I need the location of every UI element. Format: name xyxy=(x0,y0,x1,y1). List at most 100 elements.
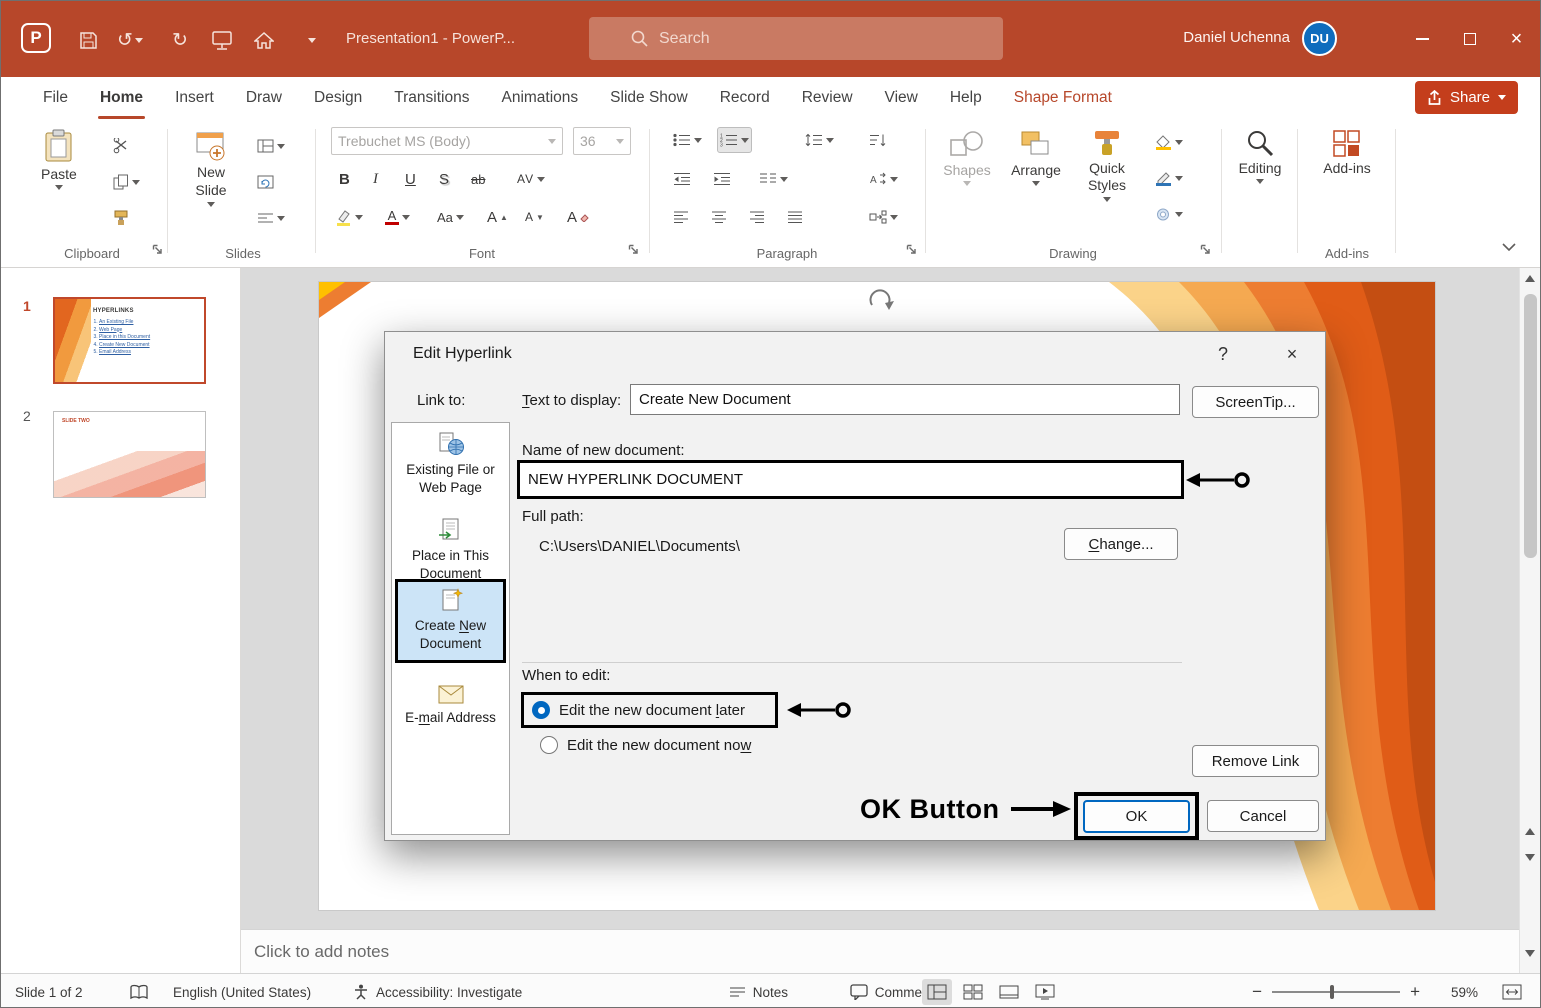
dialog-close-button[interactable]: × xyxy=(1277,340,1307,368)
shape-fill-button[interactable] xyxy=(1153,129,1185,155)
search-box[interactable] xyxy=(589,17,1003,60)
reset-button[interactable] xyxy=(255,169,276,195)
radio-edit-later-option[interactable]: Edit the new document later xyxy=(521,692,778,728)
strikethrough-button[interactable]: ab xyxy=(469,166,487,192)
language-indicator[interactable]: English (United States) xyxy=(173,974,311,1008)
slide-thumbnail-2[interactable]: SLIDE TWO xyxy=(53,411,206,498)
tab-file[interactable]: File xyxy=(27,77,84,119)
copy-button[interactable] xyxy=(111,169,142,195)
font-size-combo[interactable]: 36 xyxy=(573,127,631,155)
section-button[interactable] xyxy=(255,205,287,231)
redo-button[interactable]: ↻ xyxy=(165,25,195,55)
notes-toggle[interactable]: Notes xyxy=(729,974,788,1008)
change-case-button[interactable]: Aa xyxy=(435,204,466,230)
radio-selected-icon[interactable] xyxy=(532,701,550,719)
sidebar-item-existing-file[interactable]: Existing File or Web Page xyxy=(392,431,509,497)
remove-link-button[interactable]: Remove Link xyxy=(1192,745,1319,777)
drawing-dialog-launcher[interactable] xyxy=(1200,242,1211,260)
normal-view-button[interactable] xyxy=(922,979,952,1005)
zoom-out-button[interactable]: − xyxy=(1252,982,1262,1002)
new-slide-button[interactable]: New Slide xyxy=(183,129,239,207)
share-button[interactable]: Share xyxy=(1415,81,1518,114)
clear-formatting-button[interactable]: A xyxy=(565,204,591,230)
shape-effects-button[interactable] xyxy=(1153,201,1185,227)
tab-slide-show[interactable]: Slide Show xyxy=(594,77,704,119)
align-left-button[interactable] xyxy=(671,204,691,230)
character-spacing-button[interactable]: AV xyxy=(515,166,547,192)
increase-indent-button[interactable] xyxy=(711,166,733,192)
scrollbar-thumb[interactable] xyxy=(1524,294,1537,558)
user-name[interactable]: Daniel Uchenna xyxy=(1183,29,1290,46)
format-painter-button[interactable] xyxy=(111,205,131,231)
line-spacing-button[interactable] xyxy=(803,127,836,153)
tab-draw[interactable]: Draw xyxy=(230,77,298,119)
close-button[interactable]: × xyxy=(1493,1,1540,77)
sidebar-item-create-new-document[interactable]: Create New Document xyxy=(395,579,506,663)
bullets-button[interactable] xyxy=(671,127,704,153)
vertical-scrollbar[interactable] xyxy=(1519,268,1540,973)
increase-font-button[interactable]: A▲ xyxy=(485,204,510,230)
maximize-button[interactable] xyxy=(1446,1,1493,77)
addins-button[interactable]: Add-ins xyxy=(1319,129,1375,176)
customize-toolbar-button[interactable] xyxy=(297,25,327,55)
shape-outline-button[interactable] xyxy=(1153,165,1185,191)
tab-review[interactable]: Review xyxy=(786,77,869,119)
shapes-button[interactable]: Shapes xyxy=(941,129,993,186)
dialog-help-button[interactable]: ? xyxy=(1208,340,1238,368)
paragraph-dialog-launcher[interactable] xyxy=(906,242,917,260)
notes-pane[interactable]: Click to add notes xyxy=(241,929,1521,973)
quick-styles-button[interactable]: Quick Styles xyxy=(1081,129,1133,202)
tab-record[interactable]: Record xyxy=(704,77,786,119)
screentip-button[interactable]: ScreenTip... xyxy=(1192,386,1319,418)
zoom-in-button[interactable]: + xyxy=(1410,982,1420,1002)
previous-slide-icon[interactable] xyxy=(1525,828,1535,835)
tab-view[interactable]: View xyxy=(869,77,934,119)
next-slide-icon[interactable] xyxy=(1525,854,1535,861)
collapse-ribbon-button[interactable] xyxy=(1502,239,1516,257)
decrease-indent-button[interactable] xyxy=(671,166,693,192)
home-quick-button[interactable] xyxy=(249,25,279,55)
highlight-color-button[interactable] xyxy=(333,204,365,230)
minimize-button[interactable] xyxy=(1399,1,1446,77)
align-right-button[interactable] xyxy=(747,204,767,230)
powerpoint-logo-icon[interactable]: P xyxy=(21,23,51,53)
bold-button[interactable]: B xyxy=(337,166,352,192)
undo-button[interactable]: ↺ xyxy=(109,25,151,55)
ok-button[interactable]: OK xyxy=(1083,800,1190,833)
scroll-up-icon[interactable] xyxy=(1525,275,1535,282)
name-of-new-document-field[interactable] xyxy=(517,460,1184,499)
convert-smartart-button[interactable] xyxy=(867,204,900,230)
numbering-button[interactable]: 123 xyxy=(717,127,752,153)
zoom-slider-thumb[interactable] xyxy=(1330,985,1334,999)
spell-check-button[interactable] xyxy=(129,974,149,1008)
search-input[interactable] xyxy=(659,30,959,48)
justify-button[interactable] xyxy=(785,204,805,230)
slideshow-view-button[interactable] xyxy=(1030,979,1060,1005)
radio-unselected-icon[interactable] xyxy=(540,736,558,754)
zoom-level[interactable]: 59% xyxy=(1451,974,1478,1008)
tab-shape-format[interactable]: Shape Format xyxy=(998,77,1128,119)
save-button[interactable] xyxy=(73,25,103,55)
cancel-button[interactable]: Cancel xyxy=(1207,800,1319,832)
slide-thumbnail-1[interactable]: HYPERLINKS An Existing File Web Page Pla… xyxy=(53,297,206,384)
sidebar-item-email-address[interactable]: E-mail Address xyxy=(392,685,509,727)
font-color-button[interactable]: A xyxy=(383,204,412,230)
slideshow-from-start-button[interactable] xyxy=(207,25,237,55)
change-button[interactable]: Change... xyxy=(1064,528,1178,560)
fit-to-window-button[interactable] xyxy=(1502,974,1522,1008)
name-of-new-document-input[interactable] xyxy=(520,471,1181,488)
scroll-down-icon[interactable] xyxy=(1525,950,1535,957)
decrease-font-button[interactable]: A▼ xyxy=(523,204,546,230)
tab-design[interactable]: Design xyxy=(298,77,378,119)
layout-button[interactable] xyxy=(255,133,287,159)
accessibility-checker[interactable]: Accessibility: Investigate xyxy=(353,974,522,1008)
tab-help[interactable]: Help xyxy=(934,77,998,119)
tab-insert[interactable]: Insert xyxy=(159,77,230,119)
paste-button[interactable]: Paste xyxy=(41,129,77,190)
text-shadow-button[interactable]: S xyxy=(437,166,451,192)
tab-animations[interactable]: Animations xyxy=(485,77,594,119)
editing-button[interactable]: Editing xyxy=(1231,129,1289,184)
text-to-display-field[interactable] xyxy=(630,384,1180,415)
underline-button[interactable]: U xyxy=(403,166,418,192)
tab-transitions[interactable]: Transitions xyxy=(378,77,485,119)
